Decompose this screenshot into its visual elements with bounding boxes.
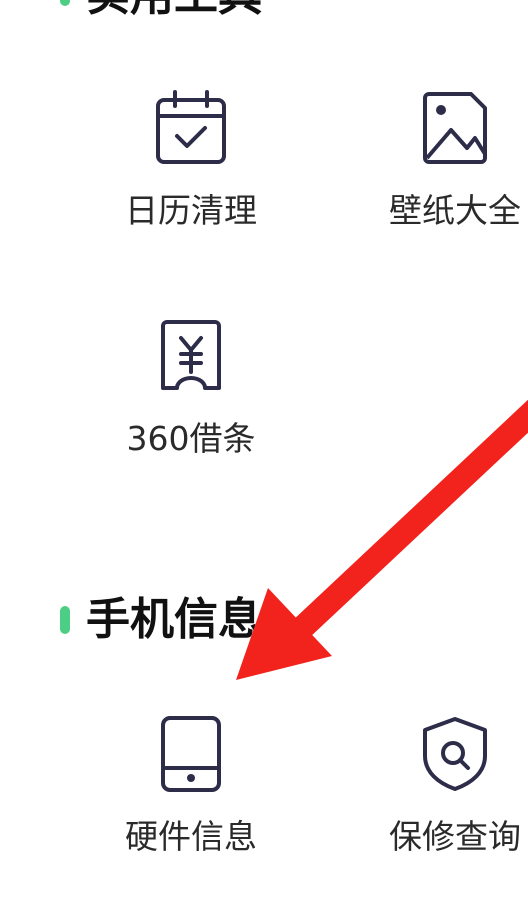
tablet-icon: [161, 716, 221, 792]
tool-label: 壁纸大全: [389, 191, 521, 230]
section-title-tools: 实用工具: [86, 0, 262, 18]
section-dot: [60, 0, 70, 6]
tool-label: 保修查询: [389, 817, 521, 856]
shield-search-icon: [423, 717, 487, 791]
tool-calendar-cleanup[interactable]: 日历清理: [116, 90, 266, 227]
yuan-receipt-icon: [161, 320, 221, 390]
tool-360-iou[interactable]: 360借条: [116, 318, 266, 455]
tool-label: 日历清理: [125, 191, 257, 230]
section-dot: [60, 606, 70, 634]
tool-wallpapers[interactable]: 壁纸大全: [380, 90, 528, 227]
tool-warranty-check[interactable]: 保修查询: [380, 716, 528, 853]
section-title-phone-info: 手机信息: [86, 594, 262, 645]
tool-label: 硬件信息: [125, 817, 257, 856]
image-icon: [423, 92, 487, 164]
tool-label: 360借条: [126, 419, 256, 458]
calendar-check-icon: [156, 90, 226, 164]
tool-hardware-info[interactable]: 硬件信息: [116, 716, 266, 853]
